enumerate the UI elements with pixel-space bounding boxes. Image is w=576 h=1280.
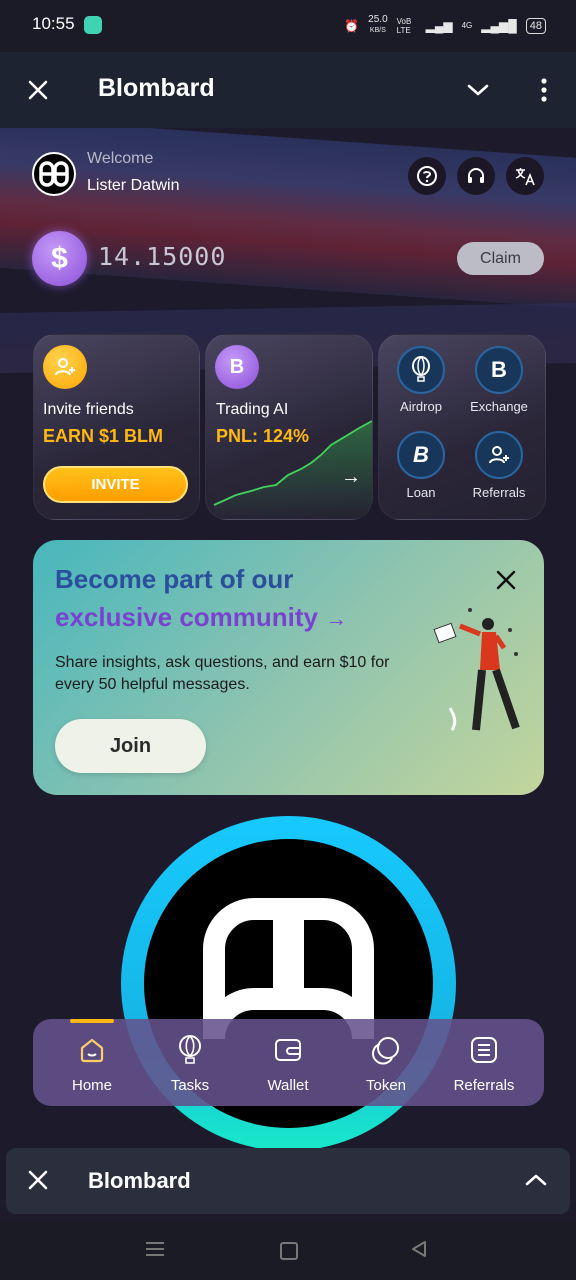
network-speed: 25.0 KB/S (368, 15, 387, 36)
alarm-icon: ⏰ (344, 18, 360, 33)
expand-button[interactable] (520, 1164, 552, 1196)
more-options-button[interactable] (528, 74, 560, 106)
nav-active-indicator (70, 1019, 114, 1023)
user-add-badge (43, 345, 87, 389)
nav-token[interactable]: Token (337, 1034, 435, 1094)
chevron-down-icon (467, 84, 489, 96)
nav-referrals[interactable]: Referrals (435, 1034, 533, 1094)
nav-tasks[interactable]: Tasks (141, 1034, 239, 1094)
support-button[interactable] (457, 157, 495, 195)
status-indicators: ⏰ 25.0 KB/S VoB LTE ▂▄▆ 4G ▂▄▆█ 48 (344, 15, 546, 36)
feature-label-exchange: Exchange (470, 399, 528, 414)
close-icon (28, 80, 48, 100)
balloon-icon (179, 1035, 201, 1064)
headset-icon (468, 168, 484, 183)
dollar-icon: $ (51, 241, 68, 275)
network-type: 4G (461, 21, 473, 30)
arrow-right-icon: → (325, 606, 348, 631)
banner-headline-1: Become part of our (55, 564, 294, 594)
banner-headline-2: exclusive community → (55, 602, 347, 633)
avatar[interactable] (32, 152, 76, 196)
signal-icon: ▂▄▆ (425, 18, 453, 33)
webview-title: Blombard (98, 74, 215, 102)
feature-label-loan: Loan (406, 485, 436, 500)
home-square-icon[interactable] (280, 1242, 298, 1260)
user-add-icon (55, 358, 75, 376)
nav-wallet[interactable]: Wallet (239, 1034, 337, 1094)
feature-label-referrals: Referrals (472, 485, 526, 500)
invite-reward: EARN $1 BLM (43, 426, 164, 446)
ai-brain-icon: B (229, 355, 245, 378)
more-vert-icon (541, 78, 547, 102)
volte-indicator: VoB LTE (396, 16, 412, 35)
translate-icon (515, 168, 535, 186)
loan-button[interactable]: B (397, 431, 445, 479)
minimized-close-button[interactable] (22, 1164, 54, 1196)
network-speed-value: 25.0 (368, 14, 388, 25)
arrow-right-icon[interactable]: → (341, 466, 361, 489)
airdrop-button[interactable] (397, 346, 445, 394)
join-button[interactable]: Join (55, 719, 206, 773)
balance-amount: 14.15000 (98, 242, 227, 271)
nav-home[interactable]: Home (43, 1034, 141, 1094)
nav-label-token: Token (365, 1077, 407, 1094)
recents-icon[interactable] (146, 1242, 164, 1256)
banner-headline-2-text: exclusive community (55, 602, 318, 632)
claim-button[interactable]: Claim (457, 242, 544, 275)
loan-icon: B (413, 442, 429, 467)
banner-body: Share insights, ask questions, and earn … (55, 654, 390, 693)
signal-icon-2: ▂▄▆█ (481, 18, 517, 33)
status-time: 10:55 (32, 14, 75, 33)
blombard-icon: B (491, 357, 507, 382)
close-icon (28, 1170, 48, 1190)
exchange-button[interactable]: B (475, 346, 523, 394)
username: Lister Datwin (87, 177, 180, 194)
battery-indicator: 48 (525, 17, 546, 34)
balloon-icon (412, 356, 430, 382)
invite-button[interactable]: INVITE (43, 466, 188, 503)
nav-label-tasks: Tasks (170, 1077, 210, 1094)
close-button[interactable] (22, 74, 54, 106)
nav-label-wallet: Wallet (267, 1077, 309, 1094)
trading-ai-badge: B (215, 345, 259, 389)
help-icon (417, 166, 437, 186)
referrals-button[interactable] (475, 431, 523, 479)
collapse-button[interactable] (462, 74, 494, 106)
nav-label-referrals: Referrals (453, 1077, 515, 1094)
wallet-icon (275, 1039, 301, 1061)
welcome-label: Welcome (87, 150, 154, 167)
invite-title: Invite friends (43, 401, 134, 418)
token-icon (372, 1037, 399, 1065)
chevron-up-icon (525, 1174, 547, 1186)
minimized-title: Blombard (88, 1168, 191, 1193)
user-add-icon (489, 446, 509, 464)
back-triangle-icon[interactable] (410, 1240, 428, 1263)
close-icon (496, 570, 516, 590)
home-icon (80, 1038, 104, 1063)
language-button[interactable] (506, 157, 544, 195)
blombard-logo-icon (39, 161, 69, 187)
feature-label-airdrop: Airdrop (400, 399, 442, 414)
network-speed-unit: KB/S (369, 27, 386, 34)
notification-chat-icon (84, 16, 102, 34)
list-icon (471, 1037, 497, 1063)
nav-label-home: Home (71, 1077, 112, 1094)
help-button[interactable] (408, 157, 446, 195)
balance-coin: $ (32, 231, 87, 286)
status-bar: 10:55 ⏰ 25.0 KB/S VoB LTE ▂▄▆ 4G ▂▄▆█ 48 (0, 0, 576, 52)
trading-ai-title: Trading AI (216, 401, 289, 418)
celebration-illustration (433, 608, 520, 731)
trading-ai-pnl: PNL: 124% (216, 426, 310, 446)
